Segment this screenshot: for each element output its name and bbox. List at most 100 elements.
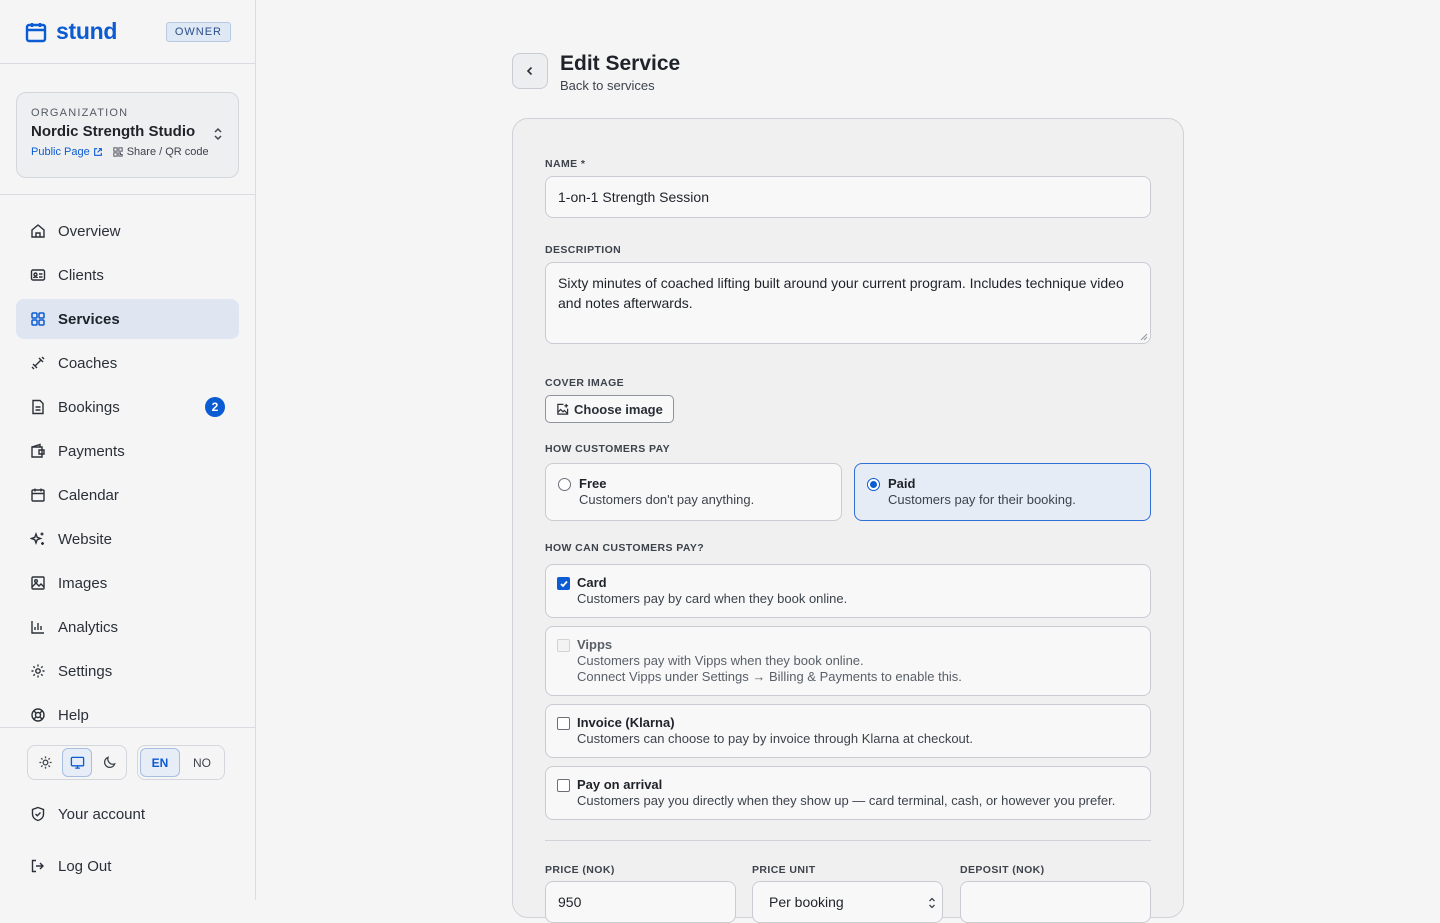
org-switcher[interactable]: ORGANIZATION Nordic Strength Studio Publ… [16, 92, 239, 178]
nav-item-coaches[interactable]: Coaches [16, 343, 239, 383]
home-icon [31, 224, 45, 238]
pay-option-free[interactable]: Free Customers don't pay anything. [545, 463, 842, 521]
name-input[interactable]: 1-on-1 Strength Session [545, 176, 1151, 218]
paid-radio[interactable] [867, 478, 880, 491]
logout-button[interactable]: Log Out [0, 840, 255, 892]
lang-no-button[interactable]: NO [182, 748, 222, 777]
nav-item-clients[interactable]: Clients [16, 255, 239, 295]
calendar-logo-icon [25, 22, 47, 42]
your-account-label: Your account [58, 805, 146, 823]
bar-chart-icon [31, 621, 44, 634]
page-header: Edit Service Back to services [512, 52, 680, 93]
vipps-note: Connect Vipps under Settings → Billing &… [577, 669, 962, 684]
card-checkbox[interactable] [557, 577, 570, 590]
cover-image-label: COVER IMAGE [545, 377, 625, 389]
nav-item-services[interactable]: Services [16, 299, 239, 339]
calendar-icon [31, 488, 45, 502]
grid-icon [31, 312, 45, 326]
paid-desc: Customers pay for their booking. [888, 492, 1076, 507]
share-qr-link[interactable]: Share / QR code [113, 146, 209, 158]
theme-light-button[interactable] [30, 748, 60, 777]
nav-label: Images [58, 574, 108, 592]
nav-label: Payments [58, 442, 125, 460]
theme-toggle [27, 745, 127, 780]
chevron-up-down-icon [214, 127, 222, 141]
resize-handle-icon[interactable] [1140, 333, 1148, 341]
description-textarea[interactable]: Sixty minutes of coached lifting built a… [545, 262, 1151, 344]
logout-label: Log Out [58, 857, 112, 875]
nav-item-overview[interactable]: Overview [16, 211, 239, 251]
nav-item-settings[interactable]: Settings [16, 651, 239, 691]
dumbbell-icon [31, 356, 45, 370]
moon-icon [103, 756, 116, 768]
card-desc: Customers pay by card when they book onl… [577, 591, 848, 606]
nav-label: Analytics [58, 618, 119, 636]
theme-dark-button[interactable] [94, 748, 124, 777]
public-page-link[interactable]: Public Page [31, 146, 103, 158]
vipps-title: Vipps [577, 637, 613, 652]
chevron-up-down-icon [929, 897, 935, 909]
gear-icon [31, 664, 45, 678]
how-customers-pay-label: HOW CUSTOMERS PAY [545, 443, 671, 455]
external-link-icon [93, 148, 102, 156]
wallet-icon [31, 443, 45, 458]
main-content: Edit Service Back to services NAME * 1-o… [256, 0, 1440, 923]
nav-item-bookings[interactable]: Bookings 2 [16, 387, 239, 427]
klarna-title: Invoice (Klarna) [577, 715, 675, 730]
method-pay-on-arrival[interactable]: Pay on arrival Customers pay you directl… [545, 766, 1151, 820]
free-title: Free [579, 476, 607, 491]
shield-icon [31, 806, 45, 822]
back-to-services-link[interactable]: Back to services [560, 78, 680, 93]
page-title: Edit Service [560, 52, 681, 75]
monitor-icon [70, 756, 84, 769]
method-klarna[interactable]: Invoice (Klarna) Customers can choose to… [545, 704, 1151, 758]
sun-icon [38, 756, 52, 769]
nav-item-website[interactable]: Website [16, 519, 239, 559]
nav-label: Clients [58, 266, 104, 284]
payment-methods-label: HOW CAN CUSTOMERS PAY? [545, 542, 705, 554]
description-label: DESCRIPTION [545, 244, 622, 256]
arrival-checkbox[interactable] [557, 779, 570, 792]
paid-title: Paid [888, 476, 916, 491]
choose-image-button[interactable]: Choose image [545, 395, 674, 423]
document-icon [32, 399, 44, 415]
price-unit-label: PRICE UNIT [752, 864, 816, 876]
arrival-title: Pay on arrival [577, 777, 663, 792]
brand-logo[interactable]: stund [24, 18, 117, 45]
nav-label: Coaches [58, 354, 118, 372]
deposit-input[interactable] [960, 881, 1151, 923]
nav-item-calendar[interactable]: Calendar [16, 475, 239, 515]
method-card[interactable]: Card Customers pay by card when they boo… [545, 564, 1151, 618]
nav-item-analytics[interactable]: Analytics [16, 607, 239, 647]
nav-item-payments[interactable]: Payments [16, 431, 239, 471]
lang-en-button[interactable]: EN [140, 748, 180, 777]
chevron-left-icon [526, 66, 533, 76]
price-input[interactable]: 950 [545, 881, 736, 923]
role-badge: OWNER [165, 21, 231, 42]
pay-option-paid[interactable]: Paid Customers pay for their booking. [854, 463, 1151, 521]
sparkles-icon [30, 531, 44, 546]
nav-label: Help [58, 706, 89, 724]
free-radio[interactable] [558, 478, 571, 491]
name-label: NAME * [545, 158, 586, 170]
nav-item-images[interactable]: Images [16, 563, 239, 603]
nav-label: Overview [58, 222, 121, 240]
brand-bar: stund OWNER [0, 0, 255, 64]
description-text: Sixty minutes of coached lifting built a… [558, 275, 1124, 311]
logout-icon [31, 859, 44, 873]
main-nav: Overview Clients Services Coaches Bookin… [0, 195, 255, 735]
lifebuoy-icon [31, 708, 45, 722]
image-plus-icon [557, 403, 569, 415]
brand-name: stund [56, 18, 118, 44]
theme-system-button[interactable] [62, 748, 92, 777]
image-icon [31, 576, 45, 590]
card-title: Card [577, 575, 607, 590]
your-account-link[interactable]: Your account [0, 788, 255, 840]
klarna-checkbox[interactable] [557, 717, 570, 730]
back-button[interactable] [512, 53, 548, 89]
vipps-checkbox [557, 639, 570, 652]
deposit-label: DEPOSIT (NOK) [960, 864, 1045, 876]
price-unit-select[interactable]: Per booking [752, 881, 943, 923]
choose-image-label: Choose image [574, 401, 663, 417]
nav-label: Website [58, 530, 112, 548]
